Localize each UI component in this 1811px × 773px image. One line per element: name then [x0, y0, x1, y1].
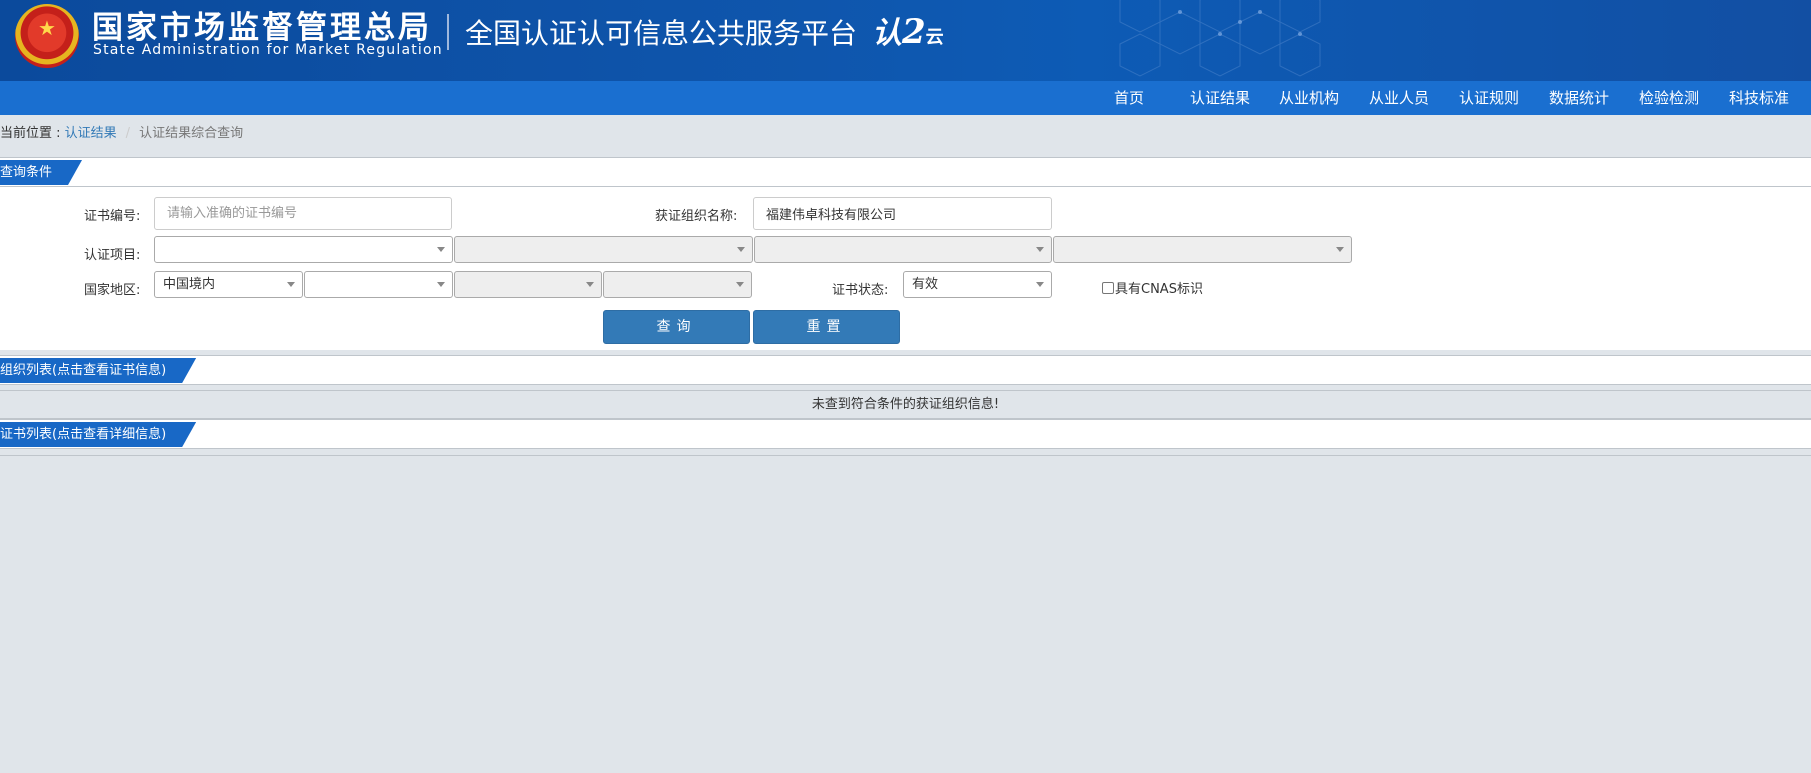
renzheng-cloud-logo: 认2云	[872, 12, 944, 52]
chevron-down-icon	[437, 247, 445, 252]
cnas-checkbox-label: 具有CNAS标识	[1115, 282, 1203, 297]
nav-item-rules[interactable]: 认证规则	[1459, 81, 1519, 115]
query-section-header: 查询条件	[0, 157, 1811, 187]
status-select[interactable]: 有效	[903, 271, 1052, 298]
cert-list-divider	[0, 455, 1811, 456]
logo-main-text: 认	[872, 16, 902, 51]
hexagon-pattern-decoration	[1119, 0, 1321, 77]
nav-item-statistics[interactable]: 数据统计	[1549, 81, 1609, 115]
project-select-4[interactable]	[1053, 236, 1352, 263]
star-icon: ★	[38, 16, 56, 40]
project-label: 认证项目:	[84, 248, 141, 263]
org-name-label: 获证组织名称:	[655, 209, 738, 224]
org-list-section-header: 组织列表(点击查看证书信息)	[0, 355, 1811, 385]
cert-list-section-title: 证书列表(点击查看详细信息)	[0, 422, 196, 447]
chevron-down-icon	[1036, 247, 1044, 252]
region-select-district[interactable]	[603, 271, 752, 298]
project-select-3[interactable]	[754, 236, 1052, 263]
breadcrumb: 当前位置 : 认证结果 / 认证结果综合查询	[0, 125, 243, 143]
chevron-down-icon	[737, 247, 745, 252]
reset-button[interactable]: 重置	[753, 310, 900, 344]
nav-item-inspection[interactable]: 检验检测	[1639, 81, 1699, 115]
breadcrumb-current: 认证结果综合查询	[139, 126, 244, 141]
region-select-province[interactable]	[304, 271, 453, 298]
cnas-checkbox[interactable]: 具有CNAS标识	[1102, 278, 1203, 297]
chevron-down-icon	[1036, 282, 1044, 287]
org-name-input[interactable]	[753, 197, 1052, 230]
project-select-2[interactable]	[454, 236, 753, 263]
region-label: 国家地区:	[84, 283, 141, 298]
breadcrumb-separator: /	[125, 126, 131, 141]
cert-no-label: 证书编号:	[84, 209, 141, 224]
agency-title-english: State Administration for Market Regulati…	[93, 42, 443, 58]
region-select-city[interactable]	[454, 271, 602, 298]
nav-item-home[interactable]: 首页	[1114, 81, 1144, 115]
chevron-down-icon	[287, 282, 295, 287]
status-label: 证书状态:	[832, 283, 889, 298]
org-list-section-title: 组织列表(点击查看证书信息)	[0, 358, 196, 383]
logo-sub-text: 云	[925, 27, 944, 48]
nav-item-institutions[interactable]: 从业机构	[1279, 81, 1339, 115]
agency-title: 国家市场监督管理总局	[92, 10, 432, 46]
region-select-country[interactable]: 中国境内	[154, 271, 303, 298]
chevron-down-icon	[1336, 247, 1344, 252]
chevron-down-icon	[586, 282, 594, 287]
query-form: 证书编号: 获证组织名称: 认证项目: 国家地区: 中国境内 证书状态: 有效 …	[0, 187, 1811, 350]
project-select-1[interactable]	[154, 236, 453, 263]
chevron-down-icon	[437, 282, 445, 287]
cert-list-section-header: 证书列表(点击查看详细信息)	[0, 419, 1811, 449]
nav-item-cert-results[interactable]: 认证结果	[1190, 81, 1250, 115]
checkbox-box[interactable]	[1102, 281, 1114, 294]
search-button[interactable]: 查询	[603, 310, 750, 344]
breadcrumb-link-cert-results[interactable]: 认证结果	[65, 126, 117, 141]
nav-item-standards[interactable]: 科技标准	[1729, 81, 1789, 115]
platform-title: 全国认证认可信息公共服务平台	[465, 17, 858, 50]
query-section-title: 查询条件	[0, 160, 82, 185]
header-banner: ★ 国家市场监督管理总局 State Administration for Ma…	[0, 0, 1811, 81]
breadcrumb-label: 当前位置 :	[0, 126, 65, 141]
title-divider	[447, 14, 449, 50]
nav-item-personnel[interactable]: 从业人员	[1369, 81, 1429, 115]
main-nav: 首页 认证结果 从业机构 从业人员 认证规则 数据统计 检验检测 科技标准	[0, 81, 1811, 115]
org-list-empty-message: 未查到符合条件的获证组织信息!	[0, 390, 1811, 419]
national-emblem-logo: ★	[15, 4, 79, 68]
chevron-down-icon	[736, 282, 744, 287]
cert-no-input[interactable]	[154, 197, 452, 230]
